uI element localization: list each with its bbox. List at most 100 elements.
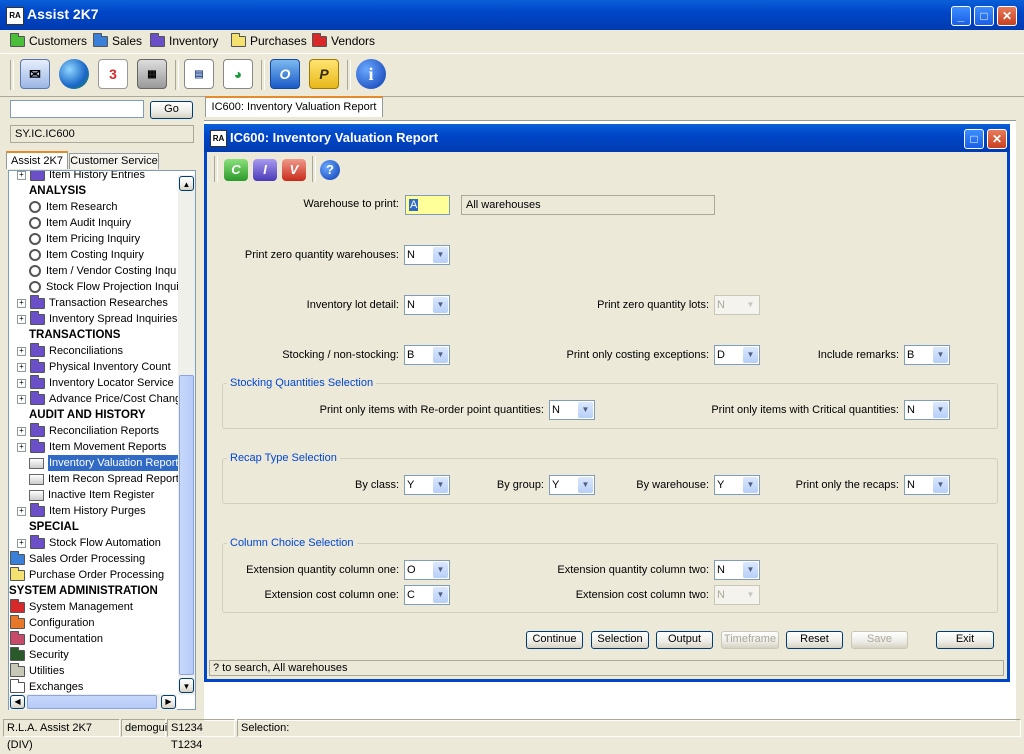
tree-item-label: Item Costing Inquiry	[46, 249, 144, 261]
tree-item[interactable]: Utilities	[10, 662, 64, 679]
tree-item[interactable]: + Item History Entries	[17, 171, 145, 183]
scroll-thumb[interactable]	[179, 375, 194, 675]
tree-item[interactable]: + Item History Purges	[17, 502, 146, 519]
tree-item[interactable]: + Advance Price/Cost Chang	[17, 390, 181, 407]
warehouse-input[interactable]: A	[405, 195, 450, 215]
continue-button[interactable]: Continue	[526, 631, 583, 649]
expand-icon[interactable]: +	[17, 378, 26, 388]
menu-inventory[interactable]: Inventory	[150, 32, 218, 49]
save-button[interactable]: Save	[851, 631, 908, 649]
zero-qty-lots-select[interactable]: N ▼	[714, 295, 760, 315]
mail-icon[interactable]: ✉	[20, 59, 50, 89]
v-tool-icon[interactable]: V	[282, 159, 306, 181]
menu-customers[interactable]: Customers	[10, 32, 87, 49]
tree-item[interactable]: + Transaction Researches	[17, 294, 168, 311]
tree-item[interactable]: Sales Order Processing	[10, 550, 145, 567]
i-tool-icon[interactable]: I	[253, 159, 277, 181]
tree-item[interactable]: Stock Flow Projection Inqui	[29, 279, 179, 295]
close-button[interactable]: ✕	[997, 6, 1017, 26]
expand-icon[interactable]: +	[17, 426, 26, 436]
tree-item[interactable]: + Inventory Spread Inquiries	[17, 310, 177, 327]
expand-icon[interactable]: +	[17, 171, 26, 180]
tree-item[interactable]: Item Audit Inquiry	[29, 215, 131, 231]
scroll-up-button[interactable]: ▲	[179, 176, 194, 191]
lot-detail-select[interactable]: N ▼	[404, 295, 450, 315]
calculator-icon[interactable]: ▦	[137, 59, 167, 89]
window-maximize-button[interactable]: □	[964, 129, 984, 149]
scroll-down-button[interactable]: ▼	[179, 678, 194, 693]
recaps-only-select[interactable]: N ▼	[904, 475, 950, 495]
ext-qty-two-select[interactable]: N ▼	[714, 560, 760, 580]
by-group-select[interactable]: Y ▼	[549, 475, 595, 495]
expand-icon[interactable]: +	[17, 346, 26, 356]
by-warehouse-select[interactable]: Y ▼	[714, 475, 760, 495]
go-button[interactable]: Go	[150, 101, 193, 119]
chart-icon[interactable]: ◕	[223, 59, 253, 89]
tree-item[interactable]: + Reconciliations	[17, 342, 123, 359]
tree-item[interactable]: Item Costing Inquiry	[29, 247, 144, 263]
expand-icon[interactable]: +	[17, 538, 26, 548]
expand-icon[interactable]: +	[17, 298, 26, 308]
maximize-button[interactable]: □	[974, 6, 994, 26]
menu-vendors[interactable]: Vendors	[312, 32, 375, 49]
costing-exceptions-select[interactable]: D ▼	[714, 345, 760, 365]
tree-item[interactable]: Item / Vendor Costing Inqu	[29, 263, 176, 279]
expand-icon[interactable]: +	[17, 506, 26, 516]
tree-vertical-scrollbar[interactable]: ▲ ▼	[178, 175, 195, 695]
tree-item[interactable]: Item Research	[29, 199, 118, 215]
by-class-select[interactable]: Y ▼	[404, 475, 450, 495]
tree-item[interactable]: System Management	[10, 598, 133, 615]
ext-cost-one-select[interactable]: C ▼	[404, 585, 450, 605]
selection-button[interactable]: Selection	[591, 631, 649, 649]
tree-horizontal-scrollbar[interactable]: ◀ ▶	[9, 694, 177, 710]
zero-qty-warehouses-select[interactable]: N ▼	[404, 245, 450, 265]
menu-search-input[interactable]	[10, 100, 144, 118]
minimize-button[interactable]: _	[951, 6, 971, 26]
tree-item[interactable]: + Stock Flow Automation	[17, 534, 161, 551]
expand-icon[interactable]: +	[17, 394, 26, 404]
globe-icon[interactable]	[59, 59, 89, 89]
tab-ic600[interactable]: IC600: Inventory Valuation Report	[205, 96, 383, 117]
exit-button[interactable]: Exit	[936, 631, 994, 649]
outlook-icon[interactable]: O	[270, 59, 300, 89]
tree-item[interactable]: + Physical Inventory Count	[17, 358, 171, 375]
expand-icon[interactable]: +	[17, 362, 26, 372]
scroll-right-button[interactable]: ▶	[161, 695, 176, 709]
stocking-select[interactable]: B ▼	[404, 345, 450, 365]
expand-icon[interactable]: +	[17, 314, 26, 324]
tree-item[interactable]: Item Recon Spread Report	[29, 471, 179, 487]
info-icon[interactable]: i	[356, 59, 386, 89]
tree-item[interactable]: Exchanges	[10, 678, 83, 695]
document-icon[interactable]: ▤	[184, 59, 214, 89]
expand-icon[interactable]: +	[17, 442, 26, 452]
window-close-button[interactable]: ✕	[987, 129, 1007, 149]
tree-item[interactable]: Purchase Order Processing	[10, 566, 164, 583]
menu-purchases[interactable]: Purchases	[231, 32, 307, 49]
tree-item[interactable]: Configuration	[10, 614, 94, 631]
tree-item[interactable]: + Reconciliation Reports	[17, 422, 159, 439]
scroll-left-button[interactable]: ◀	[10, 695, 25, 709]
include-remarks-select[interactable]: B ▼	[904, 345, 950, 365]
reorder-select[interactable]: N ▼	[549, 400, 595, 420]
calendar-icon[interactable]: 3	[98, 59, 128, 89]
tab-customer-service[interactable]: Customer Service	[69, 153, 159, 169]
menu-sales[interactable]: Sales	[93, 32, 142, 49]
tree-item[interactable]: Security	[10, 646, 69, 663]
tree-item[interactable]: Documentation	[10, 630, 103, 647]
timeframe-button[interactable]: Timeframe	[721, 631, 779, 649]
tree-item[interactable]: Inactive Item Register	[29, 487, 154, 503]
c-tool-icon[interactable]: C	[224, 159, 248, 181]
tree-item[interactable]: Item Pricing Inquiry	[29, 231, 140, 247]
critical-select[interactable]: N ▼	[904, 400, 950, 420]
ext-cost-two-select[interactable]: N ▼	[714, 585, 760, 605]
hscroll-thumb[interactable]	[27, 695, 157, 709]
output-button[interactable]: Output	[656, 631, 713, 649]
tree-item[interactable]: + Item Movement Reports	[17, 438, 166, 455]
reset-button[interactable]: Reset	[786, 631, 843, 649]
tree-item[interactable]: Inventory Valuation Report	[29, 455, 180, 471]
publisher-icon[interactable]: P	[309, 59, 339, 89]
help-icon[interactable]: ?	[320, 160, 340, 180]
tree-item[interactable]: + Inventory Locator Service	[17, 374, 174, 391]
ext-qty-one-select[interactable]: O ▼	[404, 560, 450, 580]
tab-assist-2k7[interactable]: Assist 2K7	[6, 151, 68, 169]
